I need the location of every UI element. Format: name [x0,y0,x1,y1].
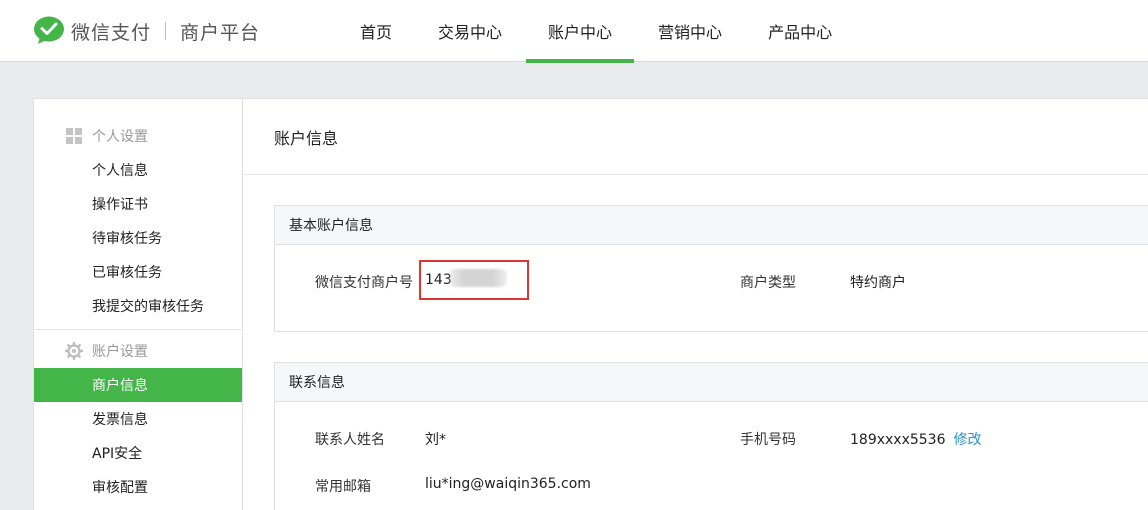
grid-icon [66,128,82,144]
sidebar-item-pending-review[interactable]: 待审核任务 [34,221,242,255]
sidebar-group-label: 账户设置 [92,344,148,360]
brand-divider [165,22,167,40]
contact-name-label: 联系人姓名 [315,432,385,448]
sidebar-item-api-security[interactable]: API安全 [34,436,242,470]
top-header: 微信支付 商户平台 首页 交易中心 账户中心 营销中心 产品中心 [0,0,1148,63]
email-label: 常用邮箱 [315,479,371,495]
sidebar: 个人设置 个人信息 操作证书 待审核任务 已审核任务 我提交的审核任务 账户设置… [33,98,243,510]
phone-label: 手机号码 [740,432,796,448]
merchant-id-label: 微信支付商户号 [315,275,413,291]
sidebar-item-personal-info[interactable]: 个人信息 [34,153,242,187]
basic-account-panel: 基本账户信息 微信支付商户号 143 商户类型 特约商户 [274,205,1148,332]
sidebar-item-review-config[interactable]: 审核配置 [34,470,242,504]
sidebar-group-account: 账户设置 [34,334,242,368]
sidebar-item-merchant-info[interactable]: 商户信息 [34,368,242,402]
gear-icon [65,342,83,360]
nav-transaction-center[interactable]: 交易中心 [416,0,524,62]
page-title: 账户信息 [243,99,1148,175]
merchant-id-row: 微信支付商户号 143 商户类型 特约商户 [275,245,1148,331]
platform-name: 商户平台 [180,21,261,44]
nav-product-center[interactable]: 产品中心 [746,0,854,62]
sidebar-item-invoice-info[interactable]: 发票信息 [34,402,242,436]
main-content: 账户信息 基本账户信息 微信支付商户号 143 商户类型 特约商户 联系信息 联… [242,98,1148,510]
highlight-box [419,260,529,300]
sidebar-divider [34,329,242,330]
contact-name-row: 联系人姓名 刘* 手机号码 189xxxx5536 修改 [275,402,1148,449]
nav-account-center[interactable]: 账户中心 [526,0,635,63]
nav-home[interactable]: 首页 [338,0,414,62]
phone-value: 189xxxx5536 [850,432,946,448]
sidebar-group-personal: 个人设置 [34,119,242,153]
sidebar-item-operation-certificate[interactable]: 操作证书 [34,187,242,221]
sidebar-item-reviewed[interactable]: 已审核任务 [34,255,242,289]
nav-marketing-center[interactable]: 营销中心 [636,0,744,62]
contact-info-panel: 联系信息 联系人姓名 刘* 手机号码 189xxxx5536 修改 常用邮箱 li… [274,362,1148,510]
sidebar-item-my-submitted-reviews[interactable]: 我提交的审核任务 [34,289,242,323]
sidebar-group-label: 个人设置 [92,129,148,145]
merchant-type-value: 特约商户 [850,275,906,291]
brand-name: 微信支付 [71,21,152,44]
email-value: liu*ing@waiqin365.com [425,476,591,492]
contact-info-panel-title: 联系信息 [275,363,1148,402]
email-row: 常用邮箱 liu*ing@waiqin365.com [275,449,1148,496]
merchant-type-label: 商户类型 [740,275,796,291]
edit-phone-link[interactable]: 修改 [954,432,982,448]
logo[interactable]: 微信支付 商户平台 [33,16,260,46]
phone-value-wrap: 189xxxx5536 修改 [850,429,982,449]
main-nav: 首页 交易中心 账户中心 营销中心 产品中心 [338,0,856,63]
wechat-pay-logo-icon [34,16,64,44]
contact-name-value: 刘* [425,432,446,448]
basic-account-panel-title: 基本账户信息 [275,206,1148,245]
